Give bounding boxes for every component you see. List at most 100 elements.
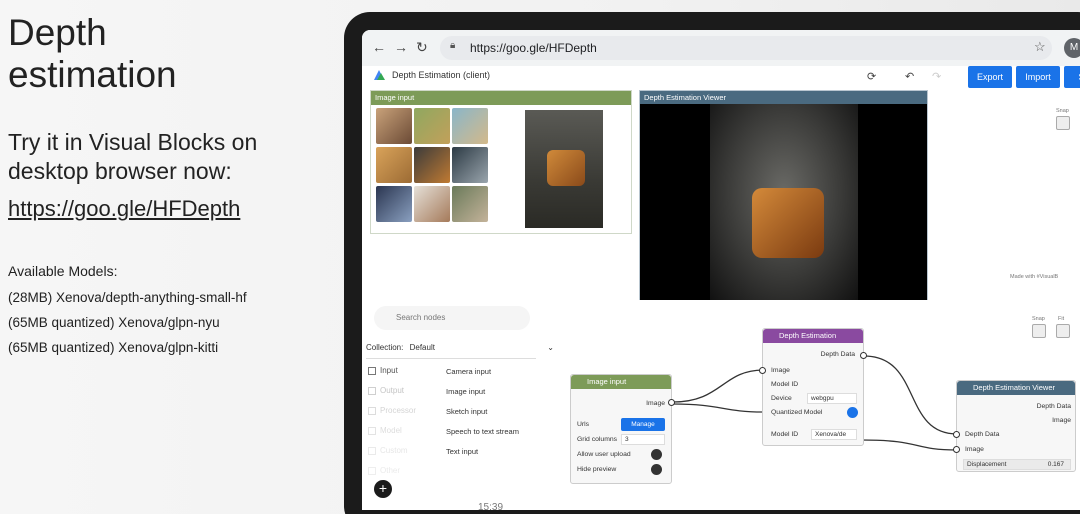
snap-label-2: Snap (1032, 316, 1045, 322)
export-button[interactable]: Export (968, 66, 1012, 88)
browser-window: ← → ↻ 🔒︎ https://goo.gle/HFDepth ☆ M Dep… (362, 30, 1080, 510)
url-text[interactable]: https://goo.gle/HFDepth (470, 41, 597, 55)
category-other[interactable]: Other (368, 466, 400, 475)
thumbnail-5[interactable] (414, 147, 450, 183)
thumbnail-9[interactable] (452, 186, 488, 222)
tiger-shape (547, 150, 585, 186)
depth-data-output-label: Depth Data (820, 351, 855, 358)
depth-data-output-port[interactable] (860, 352, 867, 359)
model-item-1: (28MB) Xenova/depth-anything-small-hf (8, 290, 247, 305)
image-input-output-label: Image (646, 400, 665, 407)
category-custom[interactable]: Custom (368, 446, 408, 455)
snap-grid-icon[interactable] (1032, 324, 1046, 338)
model-item-2: (65MB quantized) Xenova/glpn-nyu (8, 315, 220, 330)
allow-upload-toggle[interactable] (651, 449, 662, 460)
output-category-icon (368, 386, 376, 395)
slide-title: Depth estimation (8, 12, 177, 96)
thumbnail-4[interactable] (376, 147, 412, 183)
image-input-panel-title: Image input (371, 91, 631, 105)
category-model[interactable]: Model (368, 426, 402, 435)
divider (366, 358, 536, 359)
category-output[interactable]: Output (368, 386, 404, 395)
viewer-image-output-label: Image (1052, 417, 1071, 424)
add-node-button[interactable]: + (374, 480, 392, 498)
displacement-slider[interactable]: Displacement 0.167 (963, 459, 1071, 470)
search-nodes-input[interactable]: Search nodes (374, 306, 530, 330)
model-category-icon (368, 426, 376, 435)
library-item-camera-input[interactable]: Camera input (446, 367, 491, 376)
hide-preview-label: Hide preview (577, 466, 617, 473)
undo-icon[interactable]: ↶ (905, 70, 914, 83)
depth-estimation-node[interactable]: Depth Estimation Depth Data Image Model … (762, 328, 864, 446)
depth-viewer-canvas[interactable] (640, 104, 927, 300)
image-input-node[interactable]: Image input Image Urls Manage Grid colum… (570, 374, 672, 484)
reload-icon[interactable]: ↻ (416, 39, 428, 56)
hide-preview-toggle[interactable] (651, 464, 662, 475)
library-item-text-input[interactable]: Text input (446, 447, 478, 456)
visual-blocks-logo-icon (374, 70, 385, 80)
category-processor[interactable]: Processor (368, 406, 416, 415)
share-button[interactable]: Sh (1064, 66, 1080, 88)
thumbnail-3[interactable] (452, 108, 488, 144)
thumbnail-1[interactable] (376, 108, 412, 144)
slide-title-line-2: estimation (8, 54, 177, 95)
import-button[interactable]: Import (1016, 66, 1060, 88)
device-label: Device (771, 395, 792, 402)
video-timestamp: 15:39 (478, 502, 504, 513)
edge-image-to-depth (672, 369, 765, 403)
library-item-image-input[interactable]: Image input (446, 387, 485, 396)
fit-view-icon[interactable] (1056, 324, 1070, 338)
tiger-3d-shape (752, 188, 824, 258)
slide-subtitle-line-2: desktop browser now: (8, 158, 232, 184)
edge-depth-to-viewer (863, 355, 958, 435)
displacement-label: Displacement (967, 461, 1007, 468)
profile-avatar[interactable]: M (1064, 38, 1080, 58)
image-input-node-title[interactable]: Image input (571, 375, 671, 389)
grid-icon[interactable] (1056, 116, 1070, 130)
library-item-speech-to-text[interactable]: Speech to text stream (446, 427, 519, 436)
device-select[interactable]: webgpu (807, 393, 857, 404)
thumbnail-8[interactable] (414, 186, 450, 222)
depth-image-input-port[interactable] (759, 367, 766, 374)
library-item-sketch-input[interactable]: Sketch input (446, 407, 487, 416)
model-item-3: (65MB quantized) Xenova/glpn-kitti (8, 340, 219, 355)
star-icon[interactable]: ☆ (1034, 39, 1046, 55)
model-id-select[interactable]: Xenova/de (811, 429, 857, 440)
slide-subtitle-line-1: Try it in Visual Blocks on (8, 129, 258, 155)
manage-button[interactable]: Manage (621, 418, 665, 431)
depth-viewer-node-title[interactable]: Depth Estimation Viewer (957, 381, 1075, 395)
depth-viewer-node[interactable]: Depth Estimation Viewer Depth Data Image… (956, 380, 1076, 472)
selected-image-preview (525, 110, 603, 228)
redo-icon[interactable]: ↷ (932, 70, 941, 83)
fit-label: Fit (1058, 316, 1065, 322)
run-icon[interactable]: ⟳ (867, 70, 876, 83)
other-category-icon (368, 466, 376, 475)
made-with-text: Made with #VisualB (1010, 274, 1059, 280)
category-input[interactable]: Input (368, 366, 398, 375)
slide-link[interactable]: https://goo.gle/HFDepth (8, 196, 240, 222)
image-input-output-port[interactable] (668, 399, 675, 406)
depth-image-input-label: Image (771, 367, 790, 374)
thumbnail-2[interactable] (414, 108, 450, 144)
depth-estimation-node-title[interactable]: Depth Estimation (763, 329, 863, 343)
forward-icon[interactable]: → (394, 39, 408, 55)
collection-value[interactable]: Default (410, 343, 435, 352)
back-icon[interactable]: ← (372, 39, 386, 55)
input-category-icon (368, 366, 376, 375)
models-title: Available Models: (8, 263, 118, 279)
grid-columns-label: Grid columns (577, 436, 618, 443)
edge-image-to-quantized (672, 403, 765, 413)
collection-selector[interactable]: Collection: Default ⌄ (366, 343, 554, 352)
processor-category-icon (368, 406, 376, 415)
model-id-label-2: Model ID (771, 431, 799, 438)
slide-subtitle: Try it in Visual Blocks on desktop brows… (8, 128, 257, 186)
quantized-label: Quantized Model (771, 409, 823, 416)
viewer-depth-input-port[interactable] (953, 431, 960, 438)
quantized-toggle[interactable] (847, 407, 858, 418)
thumbnail-6[interactable] (452, 147, 488, 183)
viewer-image-input-port[interactable] (953, 446, 960, 453)
grid-columns-select[interactable]: 3 (621, 434, 665, 445)
chevron-down-icon[interactable]: ⌄ (547, 343, 554, 352)
app-title: Depth Estimation (client) (392, 70, 491, 80)
thumbnail-7[interactable] (376, 186, 412, 222)
